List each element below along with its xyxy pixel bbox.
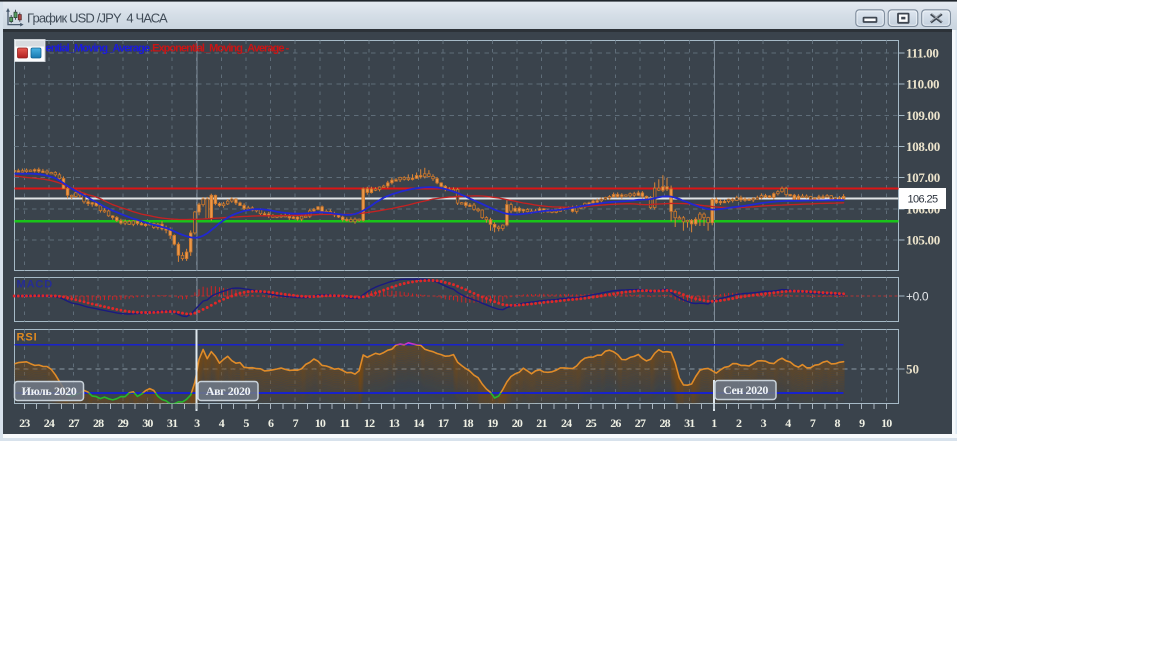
svg-text:10: 10	[881, 416, 892, 430]
svg-text:21: 21	[536, 416, 547, 430]
svg-text:6: 6	[268, 416, 274, 430]
svg-text:28: 28	[659, 416, 670, 430]
svg-text:24: 24	[561, 416, 572, 430]
svg-text:109.00: 109.00	[906, 108, 940, 123]
svg-text:MACD: MACD	[17, 279, 54, 291]
svg-text:106.25: 106.25	[907, 194, 938, 206]
svg-text:Июль 2020: Июль 2020	[22, 384, 77, 398]
svg-text:18: 18	[462, 416, 473, 430]
svg-text:10: 10	[315, 416, 326, 430]
svg-text:7: 7	[810, 416, 816, 430]
svg-text:23: 23	[19, 416, 30, 430]
svg-text:26: 26	[610, 416, 621, 430]
svg-text:8: 8	[834, 416, 840, 430]
svg-text:График USD /JPY 4 ЧАСА: График USD /JPY 4 ЧАСА	[27, 11, 168, 26]
svg-text:Сен 2020: Сен 2020	[723, 383, 768, 397]
svg-text:ential_Moving_Average: ential_Moving_Average	[46, 43, 150, 55]
svg-text:+0.0: +0.0	[906, 290, 929, 304]
svg-text:24: 24	[44, 416, 55, 430]
svg-text:27: 27	[68, 416, 79, 430]
svg-text:Авг 2020: Авг 2020	[206, 384, 251, 398]
svg-text:108.00: 108.00	[906, 139, 940, 154]
svg-text:7: 7	[293, 416, 299, 430]
svg-text:105.00: 105.00	[906, 233, 940, 248]
svg-text:12: 12	[364, 416, 375, 430]
svg-text:1: 1	[711, 416, 717, 430]
svg-text:29: 29	[118, 416, 129, 430]
svg-text:107.00: 107.00	[906, 170, 940, 185]
svg-text:111.00: 111.00	[906, 46, 939, 61]
svg-text:28: 28	[93, 416, 104, 430]
svg-text:13: 13	[389, 416, 400, 430]
svg-text:19: 19	[487, 416, 498, 430]
svg-text:RSI: RSI	[17, 332, 38, 344]
svg-text:4: 4	[219, 416, 225, 430]
svg-text:31: 31	[684, 416, 695, 430]
svg-text:50: 50	[906, 362, 919, 377]
svg-text:4: 4	[785, 416, 791, 430]
svg-text:17: 17	[438, 416, 449, 430]
svg-text:3: 3	[194, 416, 200, 430]
svg-text:31: 31	[167, 416, 178, 430]
svg-text:25: 25	[586, 416, 597, 430]
svg-text:110.00: 110.00	[906, 77, 939, 92]
svg-text:.Exponential_Moving_Average -: .Exponential_Moving_Average -	[150, 43, 290, 55]
svg-text:27: 27	[635, 416, 646, 430]
svg-text:11: 11	[340, 416, 351, 430]
svg-text:30: 30	[142, 416, 153, 430]
svg-text:2: 2	[736, 416, 742, 430]
svg-text:9: 9	[859, 416, 865, 430]
svg-text:20: 20	[512, 416, 523, 430]
svg-text:5: 5	[243, 416, 249, 430]
svg-text:3: 3	[761, 416, 767, 430]
svg-text:14: 14	[413, 416, 424, 430]
